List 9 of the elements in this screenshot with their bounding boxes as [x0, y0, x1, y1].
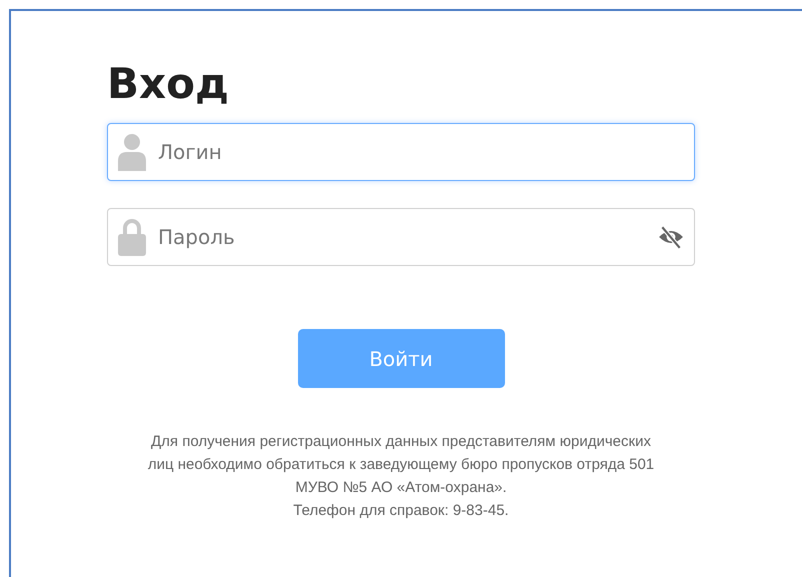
password-field[interactable]: Пароль [107, 208, 695, 266]
user-icon [118, 133, 146, 172]
lock-icon [118, 218, 146, 256]
login-field[interactable]: Логин [107, 123, 695, 182]
hidden-eye-icon[interactable] [658, 224, 684, 250]
login-button[interactable]: Войти [298, 329, 504, 388]
phone-text: Телефон для справок: 9-83-45. [292, 501, 510, 522]
page-title: Вход [107, 59, 230, 110]
info-text: Для получения регистрационных данных представителям юридических лиц необходимо обратиться к заведующему бюро пропусков отряда 501 МУВО №5 АО «Атом-охрана». [146, 432, 656, 498]
